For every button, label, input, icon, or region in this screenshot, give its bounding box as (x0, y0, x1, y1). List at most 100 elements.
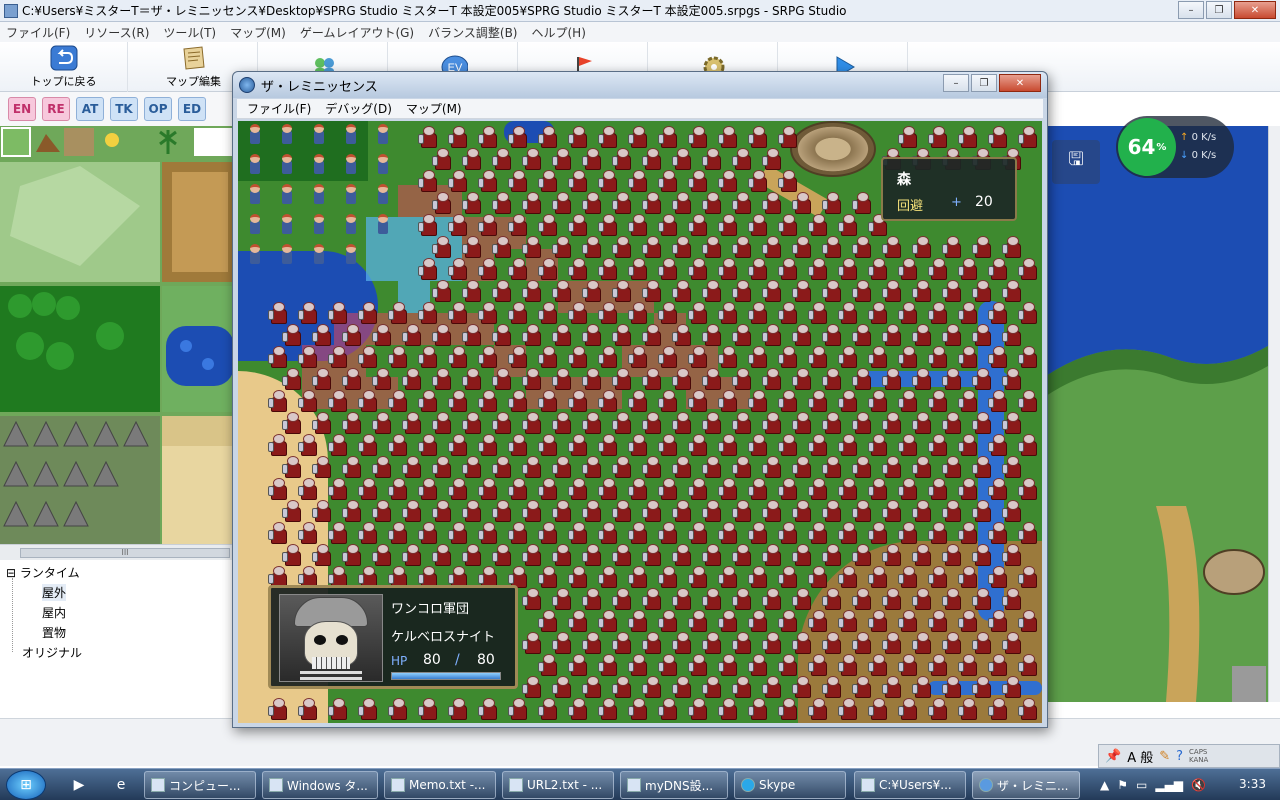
enemy-unit-sprite[interactable] (508, 125, 530, 149)
enemy-unit-sprite[interactable] (432, 455, 454, 479)
enemy-unit-sprite[interactable] (582, 367, 604, 391)
enemy-unit-sprite[interactable] (448, 169, 470, 193)
enemy-unit-sprite[interactable] (912, 279, 934, 303)
enemy-unit-sprite[interactable] (732, 235, 754, 259)
enemy-unit-sprite[interactable] (748, 653, 770, 677)
enemy-unit-sprite[interactable] (702, 147, 724, 171)
enemy-unit-sprite[interactable] (808, 521, 830, 545)
enemy-unit-sprite[interactable] (598, 433, 620, 457)
enemy-unit-sprite[interactable] (852, 675, 874, 699)
enemy-unit-sprite[interactable] (552, 279, 574, 303)
enemy-unit-sprite[interactable] (792, 631, 814, 655)
enemy-unit-sprite[interactable] (448, 521, 470, 545)
enemy-unit-sprite[interactable] (748, 477, 770, 501)
enemy-unit-sprite[interactable] (552, 455, 574, 479)
enemy-unit-sprite[interactable] (1002, 543, 1024, 567)
enemy-unit-sprite[interactable] (508, 257, 530, 281)
enemy-unit-sprite[interactable] (552, 323, 574, 347)
media-player-icon[interactable]: ▶ (68, 774, 90, 796)
enemy-unit-sprite[interactable] (598, 301, 620, 325)
enemy-unit-sprite[interactable] (898, 301, 920, 325)
enemy-unit-sprite[interactable] (762, 367, 784, 391)
ally-unit-sprite[interactable] (246, 243, 264, 265)
enemy-unit-sprite[interactable] (688, 697, 710, 721)
enemy-unit-sprite[interactable] (928, 653, 950, 677)
enemy-unit-sprite[interactable] (418, 521, 440, 545)
enemy-unit-sprite[interactable] (852, 543, 874, 567)
enemy-unit-sprite[interactable] (882, 631, 904, 655)
enemy-unit-sprite[interactable] (912, 631, 934, 655)
enemy-unit-sprite[interactable] (642, 411, 664, 435)
enemy-unit-sprite[interactable] (898, 257, 920, 281)
enemy-unit-sprite[interactable] (778, 521, 800, 545)
enemy-unit-sprite[interactable] (612, 279, 634, 303)
enemy-unit-sprite[interactable] (822, 367, 844, 391)
enemy-unit-sprite[interactable] (418, 389, 440, 413)
enemy-unit-sprite[interactable] (748, 521, 770, 545)
enemy-unit-sprite[interactable] (342, 411, 364, 435)
enemy-unit-sprite[interactable] (522, 411, 544, 435)
enemy-unit-sprite[interactable] (522, 455, 544, 479)
enemy-unit-sprite[interactable] (478, 257, 500, 281)
enemy-unit-sprite[interactable] (838, 213, 860, 237)
enemy-unit-sprite[interactable] (958, 521, 980, 545)
enemy-unit-sprite[interactable] (972, 543, 994, 567)
enemy-unit-sprite[interactable] (688, 257, 710, 281)
enemy-unit-sprite[interactable] (402, 499, 424, 523)
enemy-unit-sprite[interactable] (838, 257, 860, 281)
enemy-unit-sprite[interactable] (538, 389, 560, 413)
enemy-unit-sprite[interactable] (268, 521, 290, 545)
enemy-unit-sprite[interactable] (672, 587, 694, 611)
enemy-unit-sprite[interactable] (958, 301, 980, 325)
enemy-unit-sprite[interactable] (538, 653, 560, 677)
enemy-unit-sprite[interactable] (418, 169, 440, 193)
ally-unit-sprite[interactable] (278, 243, 296, 265)
game-maximize-button[interactable]: ❐ (971, 74, 997, 92)
enemy-unit-sprite[interactable] (298, 521, 320, 545)
enemy-unit-sprite[interactable] (1002, 323, 1024, 347)
enemy-unit-sprite[interactable] (762, 235, 784, 259)
enemy-unit-sprite[interactable] (688, 653, 710, 677)
enemy-unit-sprite[interactable] (658, 301, 680, 325)
close-button[interactable]: ✕ (1234, 1, 1276, 19)
enemy-unit-sprite[interactable] (732, 675, 754, 699)
enemy-unit-sprite[interactable] (448, 389, 470, 413)
enemy-unit-sprite[interactable] (808, 477, 830, 501)
enemy-unit-sprite[interactable] (928, 125, 950, 149)
enemy-unit-sprite[interactable] (628, 433, 650, 457)
enemy-unit-sprite[interactable] (508, 697, 530, 721)
enemy-unit-sprite[interactable] (822, 631, 844, 655)
enemy-unit-sprite[interactable] (478, 213, 500, 237)
enemy-unit-sprite[interactable] (598, 389, 620, 413)
enemy-unit-sprite[interactable] (868, 609, 890, 633)
enemy-unit-sprite[interactable] (478, 169, 500, 193)
enemy-unit-sprite[interactable] (1002, 587, 1024, 611)
enemy-unit-sprite[interactable] (882, 675, 904, 699)
enemy-unit-sprite[interactable] (732, 367, 754, 391)
enemy-unit-sprite[interactable] (538, 521, 560, 545)
enemy-unit-sprite[interactable] (762, 543, 784, 567)
minimize-button[interactable]: – (1178, 1, 1204, 19)
enemy-unit-sprite[interactable] (988, 477, 1010, 501)
enemy-unit-sprite[interactable] (432, 279, 454, 303)
enemy-unit-sprite[interactable] (612, 367, 634, 391)
enemy-unit-sprite[interactable] (568, 521, 590, 545)
enemy-unit-sprite[interactable] (838, 433, 860, 457)
enemy-unit-sprite[interactable] (568, 389, 590, 413)
enemy-unit-sprite[interactable] (628, 565, 650, 589)
enemy-unit-sprite[interactable] (748, 169, 770, 193)
enemy-unit-sprite[interactable] (972, 411, 994, 435)
enemy-unit-sprite[interactable] (912, 499, 934, 523)
game-menu-file[interactable]: ファイル(F) (247, 100, 311, 117)
menu-file[interactable]: ファイル(F) (6, 24, 70, 41)
enemy-unit-sprite[interactable] (598, 477, 620, 501)
enemy-unit-sprite[interactable] (808, 389, 830, 413)
enemy-unit-sprite[interactable] (1002, 367, 1024, 391)
enemy-unit-sprite[interactable] (268, 477, 290, 501)
enemy-unit-sprite[interactable] (462, 235, 484, 259)
enemy-unit-sprite[interactable] (778, 169, 800, 193)
enemy-unit-sprite[interactable] (598, 257, 620, 281)
enemy-unit-sprite[interactable] (838, 345, 860, 369)
enemy-unit-sprite[interactable] (942, 499, 964, 523)
menu-game-layout[interactable]: ゲームレイアウト(G) (300, 24, 414, 41)
